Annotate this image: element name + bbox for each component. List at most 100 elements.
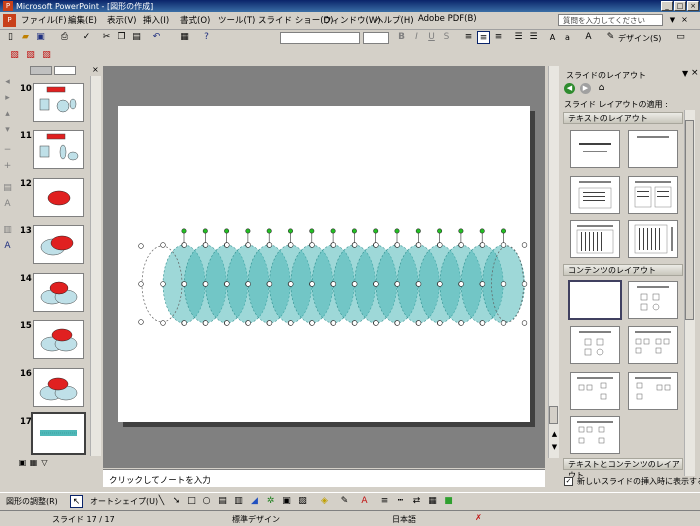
layout-four-content[interactable]	[570, 416, 620, 454]
bold-icon[interactable]: B	[395, 31, 408, 44]
resize-handle[interactable]	[202, 320, 209, 326]
resize-handle[interactable]	[437, 320, 443, 326]
slide-thumbnail-17[interactable]	[31, 412, 86, 455]
resize-handle[interactable]	[138, 319, 144, 325]
vertical-textbox-icon[interactable]: ▥	[232, 495, 245, 508]
rotation-handle[interactable]	[181, 228, 187, 234]
notes-pane[interactable]: クリックしてノートを入力	[103, 469, 545, 487]
arrow-style-icon[interactable]: ⇄	[410, 495, 423, 508]
layout-content[interactable]	[628, 281, 678, 319]
resize-handle[interactable]	[373, 281, 379, 287]
rotation-handle[interactable]	[394, 228, 400, 234]
shape-group[interactable]	[118, 106, 530, 422]
resize-handle[interactable]	[521, 242, 528, 248]
help-search-input[interactable]: 質問を入力してください	[558, 14, 663, 26]
draw-menu[interactable]: 図形の調整(R)	[6, 496, 58, 507]
demote-icon[interactable]: ▸	[1, 92, 14, 105]
resize-handle[interactable]	[266, 320, 273, 326]
rotation-handle[interactable]	[266, 228, 272, 234]
layout-vertical-title-text[interactable]	[628, 220, 678, 258]
show-on-insert-checkbox[interactable]: ✓	[564, 477, 573, 486]
resize-handle[interactable]	[479, 320, 486, 326]
home-icon[interactable]: ⌂	[596, 83, 607, 94]
close-document-icon[interactable]: ×	[678, 13, 691, 26]
slide-thumbnail-11[interactable]	[33, 130, 84, 169]
layout-two-content-vertical[interactable]	[628, 372, 678, 410]
resize-handle[interactable]	[202, 242, 209, 248]
resize-handle[interactable]	[373, 320, 379, 326]
resize-handle[interactable]	[309, 281, 315, 287]
resize-handle[interactable]	[181, 242, 188, 248]
collapse-icon[interactable]: −	[1, 144, 14, 157]
close-pane-icon[interactable]: ×	[92, 65, 99, 74]
resize-handle[interactable]	[224, 281, 230, 287]
fill-color-icon[interactable]: ◈	[318, 495, 331, 508]
resize-handle[interactable]	[330, 281, 337, 287]
slide-thumbnail-14[interactable]	[33, 273, 84, 312]
font-color-icon[interactable]: A	[582, 31, 595, 44]
menu-adobe-pdf[interactable]: Adobe PDF(B)	[418, 14, 477, 24]
increase-font-icon[interactable]: A	[546, 31, 559, 44]
decrease-font-icon[interactable]: a	[561, 31, 574, 44]
resize-handle[interactable]	[138, 281, 144, 287]
shadow-icon[interactable]: S	[440, 31, 453, 44]
task-scroll-thumb[interactable]	[685, 120, 694, 320]
select-objects-icon[interactable]: ↖	[70, 495, 83, 508]
align-center-icon[interactable]: ≡	[477, 31, 490, 44]
font-icon[interactable]: A	[1, 240, 14, 253]
scroll-thumb[interactable]	[549, 406, 558, 424]
resize-handle[interactable]	[458, 281, 464, 287]
arrow-icon[interactable]: ➘	[170, 495, 183, 508]
chart-icon[interactable]: ▦	[178, 31, 191, 44]
menu-tools[interactable]: ツール(T)	[218, 14, 255, 26]
paste-icon[interactable]: ▤	[130, 31, 143, 44]
resize-handle[interactable]	[458, 320, 464, 326]
resize-handle[interactable]	[437, 281, 443, 287]
layout-title-content[interactable]	[570, 326, 620, 364]
menu-edit[interactable]: 編集(E)	[68, 14, 97, 26]
resize-handle[interactable]	[266, 242, 273, 248]
promote-icon[interactable]: ◂	[1, 76, 14, 89]
resize-handle[interactable]	[415, 320, 422, 326]
rotation-handle[interactable]	[437, 228, 443, 234]
textbox-icon[interactable]: ▤	[216, 495, 229, 508]
pdf-convert-icon[interactable]: ▧	[8, 49, 21, 62]
diagram-icon[interactable]: ✲	[264, 495, 277, 508]
align-left-icon[interactable]: ≡	[462, 31, 475, 44]
resize-handle[interactable]	[309, 242, 315, 248]
align-right-icon[interactable]: ≡	[492, 31, 505, 44]
resize-handle[interactable]	[521, 320, 528, 326]
collapse-all-icon[interactable]: ▥	[1, 224, 14, 237]
autoshape-menu[interactable]: オートシェイプ(U)	[90, 496, 158, 507]
show-formatting-icon[interactable]: A	[1, 198, 14, 211]
resize-handle[interactable]	[415, 281, 422, 287]
menu-insert[interactable]: 挿入(I)	[143, 14, 169, 26]
bullets-icon[interactable]: ☰	[527, 31, 540, 44]
slides-tab[interactable]	[54, 66, 76, 75]
numbering-icon[interactable]: ☰	[512, 31, 525, 44]
resize-handle[interactable]	[266, 281, 273, 287]
resize-handle[interactable]	[330, 320, 337, 326]
resize-handle[interactable]	[245, 281, 251, 287]
rotation-handle[interactable]	[415, 228, 421, 234]
slide-thumbnail-12[interactable]	[33, 178, 84, 217]
resize-handle[interactable]	[330, 242, 337, 248]
layout-vertical-text[interactable]	[570, 220, 620, 258]
rotation-handle[interactable]	[479, 228, 485, 234]
3d-style-icon[interactable]: ■	[442, 495, 455, 508]
print-icon[interactable]: ⎙	[58, 31, 71, 44]
resize-handle[interactable]	[394, 320, 400, 326]
resize-handle[interactable]	[138, 243, 144, 249]
line-color-icon[interactable]: ✎	[338, 495, 351, 508]
save-icon[interactable]: ▣	[34, 31, 47, 44]
task-pane-close-icon[interactable]: ×	[691, 68, 699, 78]
underline-icon[interactable]: U	[425, 31, 438, 44]
font-name-combo[interactable]	[280, 32, 360, 44]
rotation-handle[interactable]	[202, 228, 208, 234]
slides-pane-scrollbar[interactable]	[90, 76, 101, 456]
resize-handle[interactable]	[500, 320, 507, 326]
resize-handle[interactable]	[500, 242, 507, 248]
move-down-icon[interactable]: ▾	[1, 124, 14, 137]
rotation-handle[interactable]	[373, 228, 379, 234]
resize-handle[interactable]	[224, 320, 230, 326]
